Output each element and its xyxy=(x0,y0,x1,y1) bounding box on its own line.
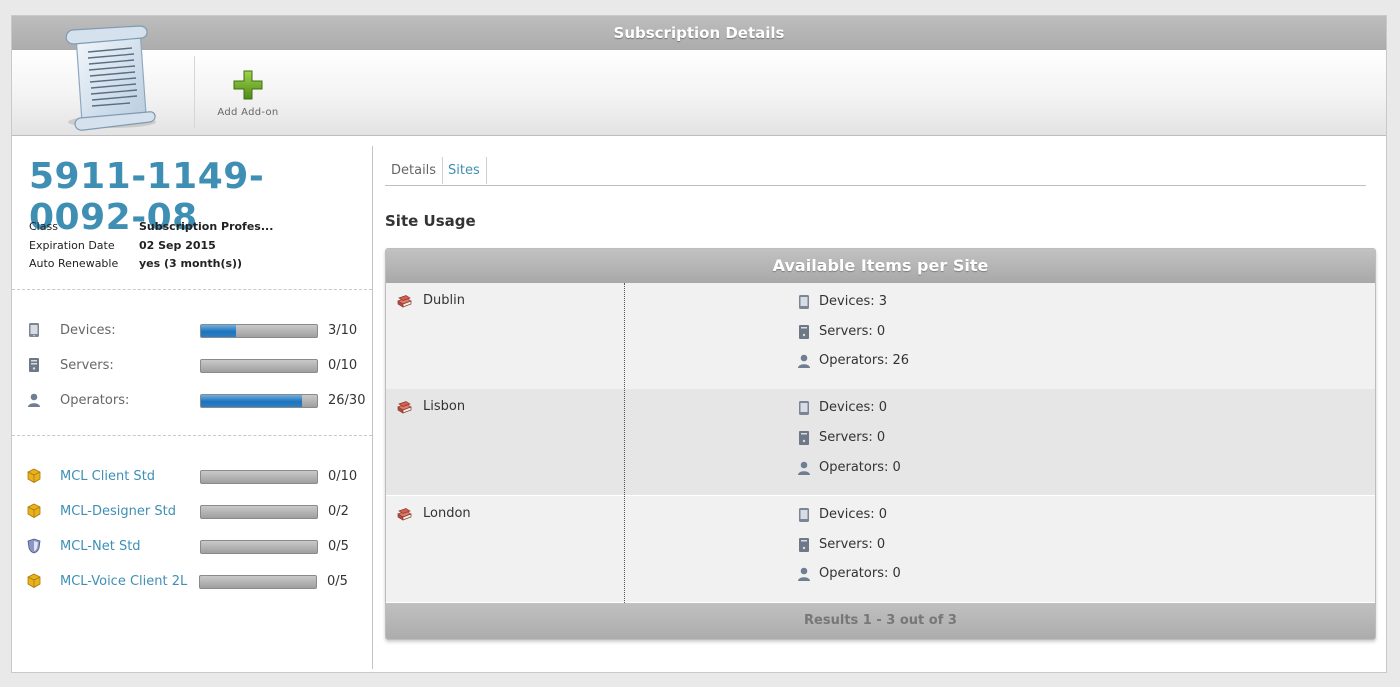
operator-icon xyxy=(28,393,40,407)
info-value: Subscription Profes... xyxy=(139,220,274,233)
servers-count: Servers: 0 xyxy=(819,537,886,552)
site-name: Dublin xyxy=(423,293,465,308)
addon-value: 0/10 xyxy=(328,469,358,484)
addon-row: MCL Client Std 0/10 xyxy=(26,467,371,487)
usage-label: Devices: xyxy=(60,323,116,338)
devices-count: Devices: 0 xyxy=(819,400,888,415)
addon-link[interactable]: MCL-Designer Std xyxy=(60,504,176,519)
subscription-details-window: Subscription Details Add Add-on 5911-114… xyxy=(11,15,1387,673)
shield-icon xyxy=(27,538,41,554)
site-name: Lisbon xyxy=(423,399,466,414)
grid-footer: Results 1 - 3 out of 3 xyxy=(386,603,1375,639)
addon-row: MCL-Designer Std 0/2 xyxy=(26,502,371,522)
servers-count: Servers: 0 xyxy=(819,430,886,445)
device-icon xyxy=(799,508,809,522)
site-row: London Devices: 0 Servers: 0 Operators: … xyxy=(386,496,1375,602)
window-title: Subscription Details xyxy=(12,16,1386,50)
books-icon xyxy=(397,508,412,521)
tab-bar: Details Sites xyxy=(385,157,1366,186)
operators-count: Operators: 0 xyxy=(819,566,901,581)
addon-row: MCL-Net Std 0/5 xyxy=(26,537,371,557)
addon-progress-bar xyxy=(200,540,318,554)
operator-icon xyxy=(798,567,810,581)
package-icon xyxy=(27,503,41,518)
subscription-summary-panel: 5911-1149-0092-08 Class Subscription Pro… xyxy=(12,136,373,672)
section-title: Site Usage xyxy=(385,212,476,230)
usage-progress-bar xyxy=(200,324,318,338)
addon-value: 0/5 xyxy=(328,539,349,554)
divider xyxy=(12,289,372,290)
grid-header: Available Items per Site xyxy=(386,249,1375,283)
server-icon xyxy=(799,325,809,339)
tab-sites[interactable]: Sites xyxy=(442,157,487,184)
package-icon xyxy=(27,468,41,483)
column-divider xyxy=(624,283,625,603)
add-addon-label: Add Add-on xyxy=(217,107,279,118)
devices-count: Devices: 0 xyxy=(819,507,888,522)
addon-link[interactable]: MCL Client Std xyxy=(60,469,155,484)
device-icon xyxy=(29,323,39,337)
usage-value: 0/10 xyxy=(328,358,358,373)
device-icon xyxy=(799,295,809,309)
addon-progress-bar xyxy=(199,575,317,589)
devices-count: Devices: 3 xyxy=(819,294,888,309)
usage-value: 26/30 xyxy=(328,393,366,408)
addon-value: 0/2 xyxy=(328,504,349,519)
usage-row-servers: Servers: 0/10 xyxy=(26,356,371,376)
usage-row-operators: Operators: 26/30 xyxy=(26,391,371,411)
divider xyxy=(12,435,372,436)
books-icon xyxy=(397,295,412,308)
site-row: Lisbon Devices: 0 Servers: 0 Operators: … xyxy=(386,389,1375,495)
info-key: Auto Renewable xyxy=(29,257,119,270)
device-icon xyxy=(799,401,809,415)
info-value: yes (3 month(s)) xyxy=(139,257,243,270)
add-addon-button[interactable]: Add Add-on xyxy=(208,66,288,122)
usage-label: Operators: xyxy=(60,393,130,408)
addon-link[interactable]: MCL-Voice Client 2L xyxy=(60,574,187,589)
operator-icon xyxy=(798,354,810,368)
plus-icon xyxy=(233,70,263,100)
site-row: Dublin Devices: 3 Servers: 0 Operators: … xyxy=(386,283,1375,389)
site-name: London xyxy=(423,506,471,521)
server-icon xyxy=(799,431,809,445)
sites-panel: Details Sites Site Usage Available Items… xyxy=(385,136,1377,672)
toolbar-divider xyxy=(194,56,195,128)
operator-icon xyxy=(798,461,810,475)
tab-details[interactable]: Details xyxy=(385,157,444,184)
server-icon xyxy=(799,538,809,552)
package-icon xyxy=(27,573,41,588)
document-scroll-icon xyxy=(65,25,156,131)
usage-label: Servers: xyxy=(60,358,114,373)
panel-divider xyxy=(372,146,373,669)
site-usage-grid: Available Items per Site Dublin Devices:… xyxy=(385,248,1376,640)
addon-progress-bar xyxy=(200,505,318,519)
addon-link[interactable]: MCL-Net Std xyxy=(60,539,141,554)
usage-row-devices: Devices: 3/10 xyxy=(26,321,371,341)
servers-count: Servers: 0 xyxy=(819,324,886,339)
server-icon xyxy=(29,358,39,372)
info-key: Class xyxy=(29,220,58,233)
usage-progress-bar xyxy=(200,394,318,408)
info-key: Expiration Date xyxy=(29,239,115,252)
toolbar: Add Add-on xyxy=(12,25,1386,136)
info-value: 02 Sep 2015 xyxy=(139,239,216,252)
operators-count: Operators: 0 xyxy=(819,460,901,475)
usage-value: 3/10 xyxy=(328,323,358,338)
operators-count: Operators: 26 xyxy=(819,353,910,368)
books-icon xyxy=(397,401,412,414)
addon-row: MCL-Voice Client 2L 0/5 xyxy=(26,572,371,592)
addon-progress-bar xyxy=(200,470,318,484)
usage-progress-bar xyxy=(200,359,318,373)
addon-value: 0/5 xyxy=(327,574,348,589)
